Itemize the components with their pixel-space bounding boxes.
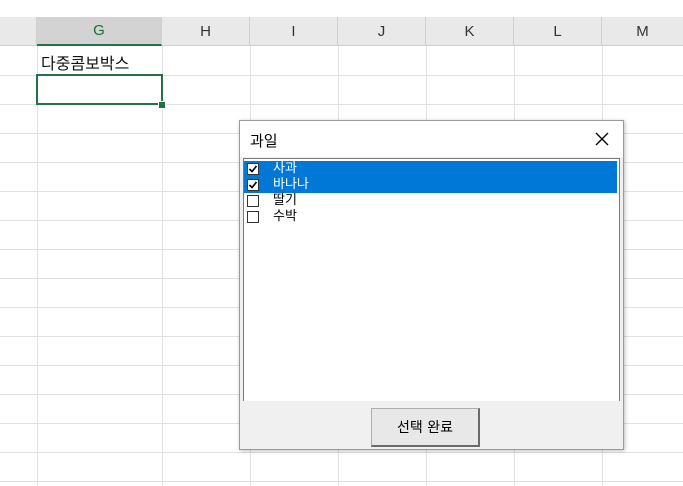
grid-line [162,46,163,486]
list-item-apple[interactable]: 사과 [244,161,617,177]
grid-line [37,46,38,486]
top-strip [0,0,683,17]
list-item-banana[interactable]: 바나나 [244,177,617,193]
dialog-titlebar[interactable]: 과일 [240,121,623,157]
list-item-label: 사과 [273,161,297,176]
fruit-listbox[interactable]: 사과 바나나 딸기 수박 [243,158,620,401]
checkbox-unchecked-icon[interactable] [247,195,259,207]
list-item-label: 수박 [273,209,297,224]
list-item-label: 바나나 [273,177,309,192]
column-header-h[interactable]: H [162,17,250,46]
column-header-m[interactable]: M [602,17,683,46]
column-header-i[interactable]: I [250,17,338,46]
list-item-watermelon[interactable]: 수박 [244,209,617,225]
active-cell[interactable] [36,74,163,105]
list-item-label: 딸기 [273,193,297,208]
grid-line [0,452,683,453]
confirm-selection-button[interactable]: 선택 완료 [371,408,480,447]
column-header-l[interactable]: L [514,17,602,46]
grid-line [0,481,683,482]
column-header-g[interactable]: G [37,17,162,46]
select-all-corner[interactable] [0,17,37,46]
close-icon[interactable] [591,128,613,150]
checkbox-checked-icon[interactable] [247,163,259,175]
checkbox-checked-icon[interactable] [247,179,259,191]
column-header-j[interactable]: J [338,17,426,46]
cell-g1[interactable]: 다중콤보박스 [41,50,129,74]
fill-handle[interactable] [158,101,166,109]
checkbox-unchecked-icon[interactable] [247,211,259,223]
userform-dialog: 과일 사과 바나나 딸기 수박 선택 완료 [239,120,624,450]
list-item-strawberry[interactable]: 딸기 [244,193,617,209]
dialog-title: 과일 [250,132,278,150]
column-header-k[interactable]: K [426,17,514,46]
